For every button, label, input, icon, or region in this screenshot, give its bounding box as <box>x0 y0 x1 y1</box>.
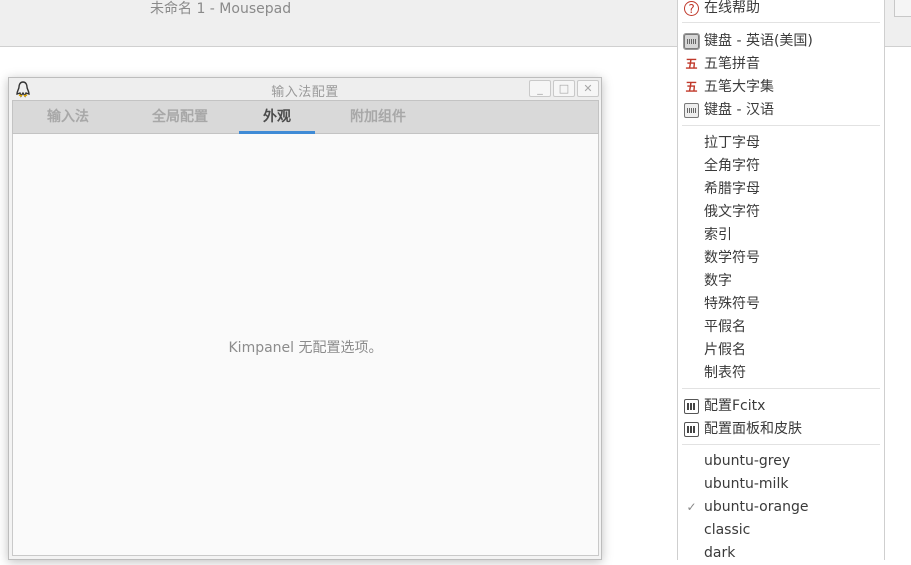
tab-input-method[interactable]: 输入法 <box>33 101 103 134</box>
menu-item-symbol[interactable]: 制表符 <box>678 362 884 385</box>
config-content-panel: Kimpanel 无配置选项。 <box>12 134 599 556</box>
menu-item-keyboard-english[interactable]: 键盘 - 英语(美国) <box>678 30 884 53</box>
tab-global-config[interactable]: 全局配置 <box>137 101 223 134</box>
menu-separator <box>682 388 880 389</box>
menu-item-skin-classic[interactable]: classic <box>678 519 884 542</box>
menu-item-symbol[interactable]: 特殊符号 <box>678 293 884 316</box>
config-icon <box>684 422 699 437</box>
keyboard-icon <box>684 103 699 118</box>
help-icon: ? <box>684 1 699 16</box>
menu-item-skin-ubuntu-grey[interactable]: ubuntu-grey <box>678 450 884 473</box>
menu-item-skin-dark[interactable]: dark <box>678 542 884 565</box>
menu-item-symbol[interactable]: 拉丁字母 <box>678 132 884 155</box>
menu-item-symbol[interactable]: 平假名 <box>678 316 884 339</box>
window-title: 输入法配置 <box>271 85 339 100</box>
menu-item-symbol[interactable]: 数字 <box>678 270 884 293</box>
menu-item-online-help[interactable]: ? 在线帮助 <box>678 0 884 20</box>
menu-item-wubi-large[interactable]: 五 五笔大字集 <box>678 76 884 99</box>
input-method-config-window: 输入法配置 _ □ ✕ 输入法 全局配置 外观 附加组件 Kimpanel 无配… <box>8 77 602 560</box>
fcitx-context-menu: ? 在线帮助 键盘 - 英语(美国) 五 五笔拼音 五 五笔大字集 键盘 - 汉… <box>677 0 885 561</box>
menu-item-configure-skin[interactable]: 配置面板和皮肤 <box>678 418 884 441</box>
window-titlebar[interactable]: 输入法配置 _ □ ✕ <box>9 78 601 100</box>
tab-addons[interactable]: 附加组件 <box>335 101 421 134</box>
mousepad-window-title: 未命名 1 - Mousepad <box>150 1 292 17</box>
menu-item-skin-ubuntu-orange[interactable]: ✓ ubuntu-orange <box>678 496 884 519</box>
menu-item-configure-fcitx[interactable]: 配置Fcitx <box>678 395 884 418</box>
config-tabbar: 输入法 全局配置 外观 附加组件 <box>12 100 599 134</box>
maximize-button[interactable]: □ <box>553 80 575 97</box>
menu-item-symbol[interactable]: 索引 <box>678 224 884 247</box>
menu-item-symbol[interactable]: 希腊字母 <box>678 178 884 201</box>
wubi-icon: 五 <box>685 80 698 94</box>
menu-item-symbol[interactable]: 片假名 <box>678 339 884 362</box>
menu-separator <box>682 444 880 445</box>
window-corner-button[interactable] <box>894 0 911 17</box>
close-button[interactable]: ✕ <box>577 80 599 97</box>
minimize-button[interactable]: _ <box>529 80 551 97</box>
checkmark-icon: ✓ <box>686 500 697 514</box>
no-config-message: Kimpanel 无配置选项。 <box>228 340 383 356</box>
keyboard-icon <box>683 33 700 50</box>
menu-item-wubi-pinyin[interactable]: 五 五笔拼音 <box>678 53 884 76</box>
menu-item-skin-ubuntu-milk[interactable]: ubuntu-milk <box>678 473 884 496</box>
config-icon <box>684 399 699 414</box>
menu-separator <box>682 22 880 23</box>
menu-separator <box>682 125 880 126</box>
menu-item-symbol[interactable]: 数学符号 <box>678 247 884 270</box>
menu-item-keyboard-chinese[interactable]: 键盘 - 汉语 <box>678 99 884 122</box>
tab-appearance[interactable]: 外观 <box>239 101 315 134</box>
menu-item-symbol[interactable]: 全角字符 <box>678 155 884 178</box>
wubi-icon: 五 <box>685 57 698 71</box>
menu-item-symbol[interactable]: 俄文字符 <box>678 201 884 224</box>
